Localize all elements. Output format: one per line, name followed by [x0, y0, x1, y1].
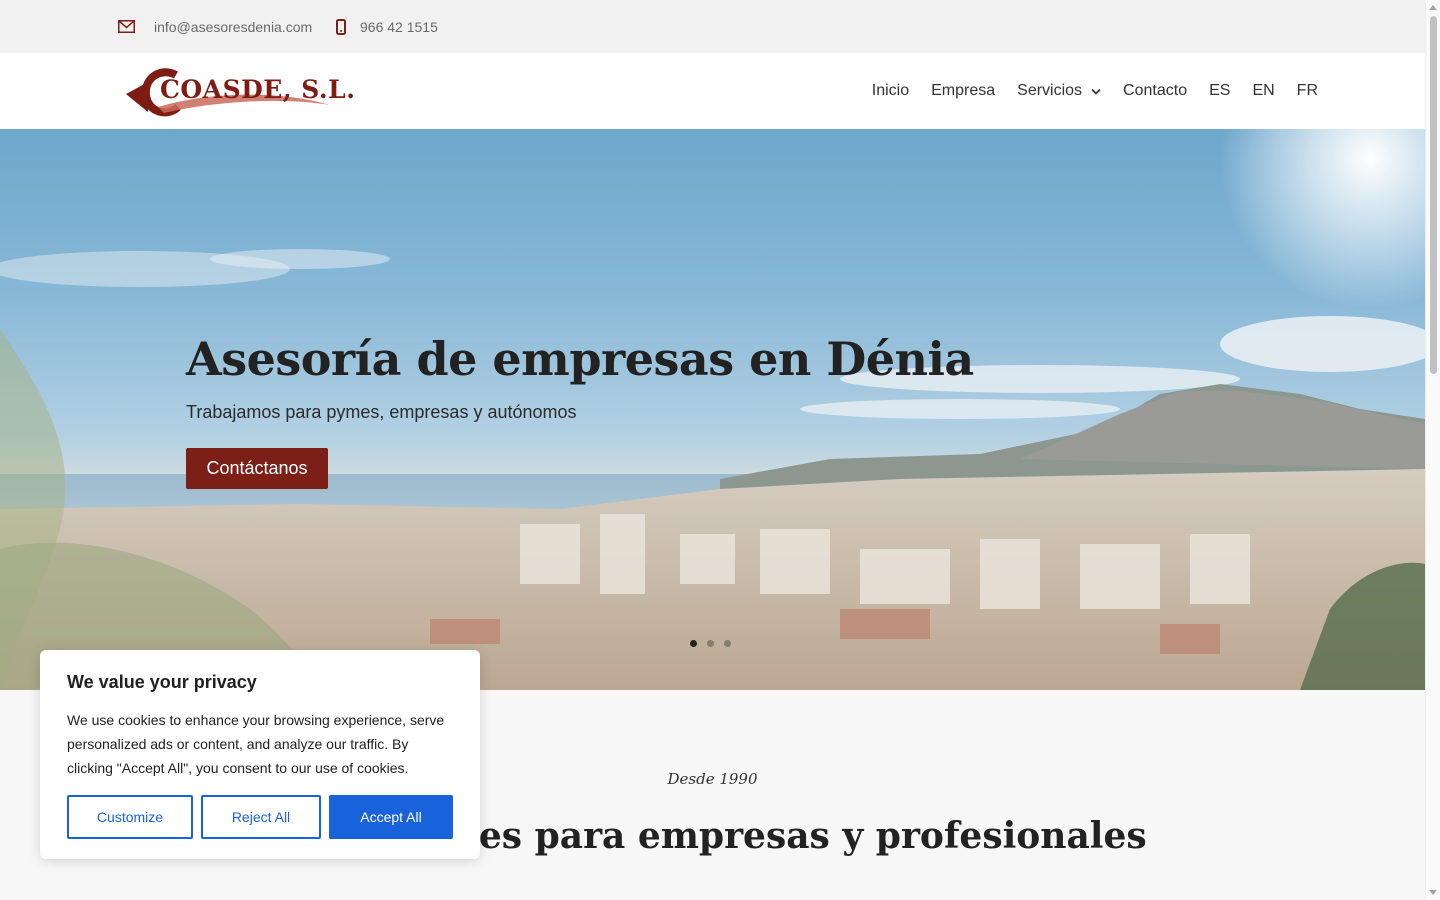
nav-label[interactable]: EN [1252, 82, 1274, 100]
scroll-up-arrow-icon[interactable] [1429, 5, 1437, 10]
reject-all-button[interactable]: Reject All [201, 795, 321, 839]
cookie-description: We use cookies to enhance your browsing … [67, 712, 445, 776]
hero-subtitle: Trabajamos para pymes, empresas y autóno… [186, 402, 577, 422]
cookie-consent-banner: We value your privacy We use cookies to … [40, 650, 480, 859]
nav-item-contacto[interactable]: Contacto [1123, 82, 1187, 100]
lang-en[interactable]: EN [1252, 82, 1274, 100]
logo-text: COASDE, S.L. [160, 75, 356, 104]
contact-button[interactable]: Contáctanos [186, 448, 328, 489]
chevron-down-icon[interactable] [1091, 88, 1101, 95]
nav-label[interactable]: ES [1209, 82, 1230, 100]
envelope-icon [118, 20, 135, 33]
nav-label[interactable]: Inicio [872, 82, 909, 100]
nav-label[interactable]: Servicios [1017, 82, 1082, 100]
nav-label[interactable]: Contacto [1123, 82, 1187, 100]
slider-pagination [690, 640, 731, 647]
phone-link[interactable]: 966 42 1515 [360, 19, 438, 35]
scrollbar-thumb[interactable] [1430, 16, 1437, 374]
accept-all-button[interactable]: Accept All [329, 795, 453, 839]
phone-contact[interactable]: 966 42 1515 [336, 0, 438, 53]
email-link[interactable]: info@asesoresdenia.com [154, 19, 312, 35]
mobile-phone-icon [336, 18, 346, 35]
nav-item-empresa[interactable]: Empresa [931, 82, 995, 100]
cookie-title: We value your privacy [67, 672, 257, 692]
email-contact[interactable]: info@asesoresdenia.com [118, 0, 312, 53]
main-nav: Inicio Empresa Servicios Contacto ES EN … [872, 53, 1318, 129]
page-scrollbar[interactable] [1425, 0, 1440, 900]
slider-dot[interactable] [724, 640, 731, 647]
slider-dot[interactable] [690, 640, 697, 647]
lang-fr[interactable]: FR [1297, 82, 1318, 100]
nav-label[interactable]: FR [1297, 82, 1318, 100]
hero-slider: Asesoría de empresas en Dénia Trabajamos… [0, 129, 1425, 690]
site-logo[interactable]: COASDE, S.L. [124, 63, 355, 119]
nav-item-servicios[interactable]: Servicios [1017, 82, 1101, 100]
nav-label[interactable]: Empresa [931, 82, 995, 100]
top-contact-bar: info@asesoresdenia.com 966 42 1515 [0, 0, 1425, 53]
site-header: COASDE, S.L. Inicio Empresa Servicios Co… [0, 53, 1425, 129]
hero-title: Asesoría de empresas en Dénia [186, 332, 974, 386]
lang-es[interactable]: ES [1209, 82, 1230, 100]
nav-item-inicio[interactable]: Inicio [872, 82, 909, 100]
customize-button[interactable]: Customize [67, 795, 193, 839]
slider-dot[interactable] [707, 640, 714, 647]
scroll-down-arrow-icon[interactable] [1429, 890, 1437, 895]
